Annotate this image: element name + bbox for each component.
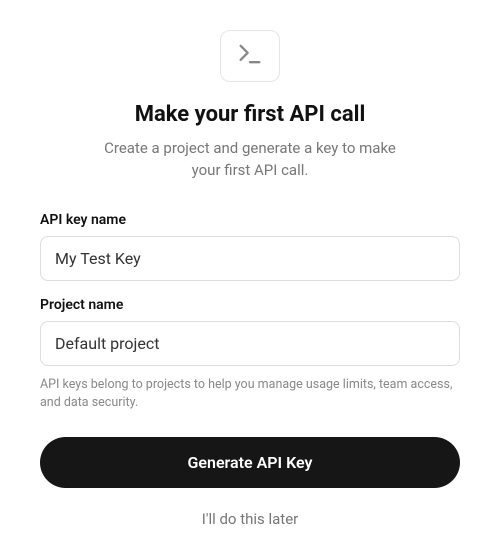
helper-text: API keys belong to projects to help you … bbox=[40, 376, 460, 414]
project-name-input[interactable] bbox=[40, 321, 460, 366]
api-key-name-input[interactable] bbox=[40, 236, 460, 281]
terminal-icon bbox=[236, 40, 264, 72]
do-this-later-link[interactable]: I'll do this later bbox=[202, 510, 298, 528]
page-title: Make your first API call bbox=[135, 102, 366, 127]
terminal-icon-box bbox=[220, 30, 280, 82]
page-subtitle: Create a project and generate a key to m… bbox=[100, 137, 400, 182]
api-key-name-label: API key name bbox=[40, 212, 460, 228]
project-name-label: Project name bbox=[40, 297, 460, 313]
project-name-group: Project name bbox=[40, 297, 460, 366]
api-key-name-group: API key name bbox=[40, 212, 460, 281]
generate-api-key-button[interactable]: Generate API Key bbox=[40, 437, 460, 488]
